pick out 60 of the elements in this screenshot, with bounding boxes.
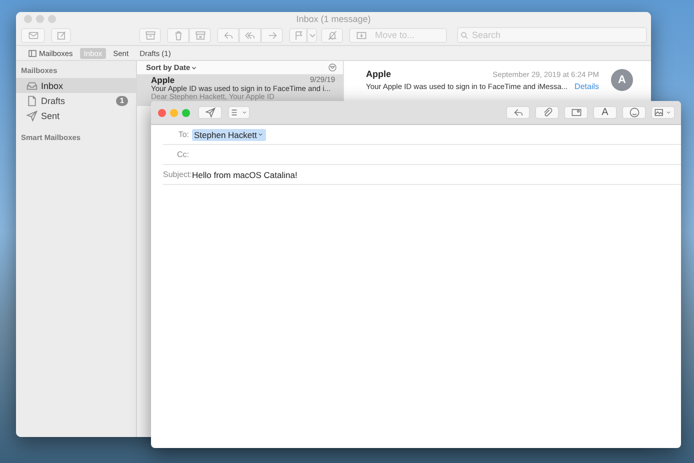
format-list-button[interactable]	[228, 106, 250, 119]
paper-plane-icon	[26, 110, 38, 122]
format-button[interactable]: A	[593, 106, 617, 119]
subject-field[interactable]: Hello from macOS Catalina!	[192, 170, 681, 180]
chevron-icon	[256, 131, 264, 138]
photo-browser-button[interactable]	[564, 106, 588, 119]
mailbox-label: Sent	[41, 110, 61, 120]
paperclip-icon	[542, 107, 552, 118]
field-label: Subject:	[163, 170, 189, 179]
junk-button[interactable]	[189, 28, 211, 42]
mailbox-item[interactable]: Inbox	[16, 78, 136, 93]
mute-button[interactable]	[321, 28, 343, 42]
pencil-square-icon	[56, 30, 66, 40]
recipient-token[interactable]: Stephen Hackett	[192, 128, 266, 140]
chevron-icon	[241, 109, 248, 116]
paper-plane-icon	[204, 107, 216, 118]
details-link[interactable]: Details	[574, 82, 599, 91]
mailbox-label: Drafts	[41, 96, 66, 106]
send-button[interactable]	[198, 106, 222, 119]
reply-button[interactable]	[217, 28, 239, 42]
attach-button[interactable]	[535, 106, 559, 119]
chevron-icon	[665, 109, 672, 116]
envelope-icon	[28, 30, 38, 40]
smiley-icon	[628, 107, 640, 118]
message-sender: Apple	[151, 75, 175, 85]
filter-icon	[328, 63, 337, 72]
reply-arrow-icon	[512, 107, 524, 118]
delete-button[interactable]	[167, 28, 189, 42]
inbox-tray-icon	[26, 80, 38, 92]
sender-name: Apple	[366, 69, 392, 79]
double-arrow-icon	[244, 30, 256, 40]
field-label: To:	[177, 130, 189, 139]
flag-menu-button[interactable]	[307, 28, 317, 42]
crossed-box-icon	[194, 30, 206, 40]
get-mail-button[interactable]	[21, 28, 45, 42]
mailbox-label: Inbox	[41, 80, 64, 90]
flag-icon	[292, 30, 304, 40]
bell-slash-icon	[326, 30, 338, 40]
window-title: Inbox (1 message)	[296, 14, 371, 25]
photo-frame-icon	[570, 107, 582, 118]
mailbox-item[interactable]: Sent	[16, 108, 136, 123]
archive-box-icon	[144, 30, 156, 40]
media-button[interactable]	[651, 106, 675, 119]
flag-button[interactable]	[289, 28, 307, 42]
sender-avatar: A	[611, 69, 633, 91]
to-field[interactable]: Stephen Hackett	[192, 128, 681, 140]
compose-button[interactable]	[51, 28, 71, 42]
forward-arrow-icon	[266, 30, 278, 40]
forward-button[interactable]	[261, 28, 283, 42]
image-icon	[654, 107, 665, 118]
reply-button[interactable]	[506, 106, 530, 119]
document-icon	[26, 94, 38, 106]
reply-arrow-icon	[222, 30, 234, 40]
sidebar-icon	[28, 48, 37, 58]
emoji-button[interactable]	[622, 106, 646, 119]
search-icon	[460, 31, 469, 40]
field-label: Cc:	[176, 150, 189, 159]
trash-icon	[172, 30, 184, 40]
reply-all-button[interactable]	[239, 28, 261, 42]
archive-button[interactable]	[139, 28, 161, 42]
